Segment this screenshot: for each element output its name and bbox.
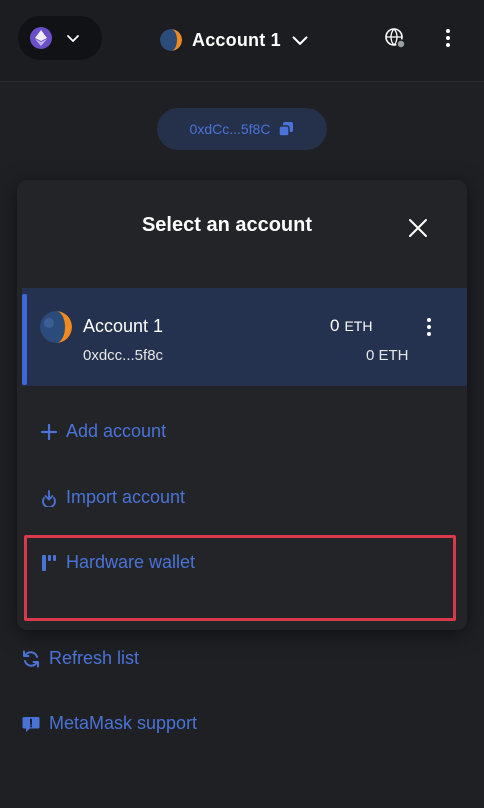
- support-icon: [22, 716, 40, 732]
- selected-indicator: [22, 294, 27, 385]
- account-avatar-icon: [160, 29, 182, 51]
- balance-unit: ETH: [344, 318, 373, 334]
- account-name: Account 1: [83, 316, 164, 336]
- account-avatar-icon: [40, 311, 72, 343]
- import-account-button[interactable]: Import account: [40, 487, 185, 508]
- select-account-modal: Select an account Account 1 0xdcc...5f8c…: [17, 180, 467, 630]
- copy-address-button[interactable]: 0xdCc...5f8C: [157, 108, 327, 150]
- balance-value: 0: [330, 316, 340, 335]
- close-icon: [409, 219, 427, 237]
- ethereum-icon: [30, 27, 52, 49]
- metamask-support-link[interactable]: MetaMask support: [21, 713, 197, 734]
- app-header: Account 1: [0, 0, 484, 82]
- add-account-button[interactable]: Add account: [40, 421, 166, 442]
- metamask-support-label: MetaMask support: [49, 713, 198, 733]
- highlight-box: [24, 535, 456, 621]
- account-list-item[interactable]: Account 1 0xdcc...5f8c 0 ETH 0 ETH: [22, 288, 467, 386]
- plus-icon: [40, 423, 58, 440]
- account-picker-name: Account 1: [192, 29, 281, 50]
- network-picker[interactable]: [18, 16, 102, 60]
- chevron-down-icon: [292, 36, 308, 45]
- account-address: 0xdCc...5f8C: [189, 121, 271, 137]
- modal-title: Select an account: [141, 214, 313, 236]
- account-options-button[interactable]: [423, 318, 435, 338]
- add-account-label: Add account: [66, 421, 167, 441]
- account-address: 0xdcc...5f8c: [83, 347, 164, 364]
- copy-icon: [278, 122, 294, 137]
- import-account-label: Import account: [66, 487, 186, 507]
- refresh-icon: [23, 650, 39, 667]
- chevron-down-icon: [67, 35, 79, 42]
- refresh-list-button[interactable]: Refresh list: [21, 648, 139, 669]
- account-picker[interactable]: Account 1: [160, 22, 309, 58]
- globe-connected-icon[interactable]: [383, 26, 407, 50]
- account-balance-secondary: 0 ETH: [366, 347, 409, 364]
- more-options-icon[interactable]: [436, 26, 460, 50]
- close-button[interactable]: [404, 214, 432, 242]
- import-icon: [42, 489, 56, 507]
- account-balance-primary: 0 ETH: [330, 316, 372, 336]
- refresh-list-label: Refresh list: [49, 648, 140, 668]
